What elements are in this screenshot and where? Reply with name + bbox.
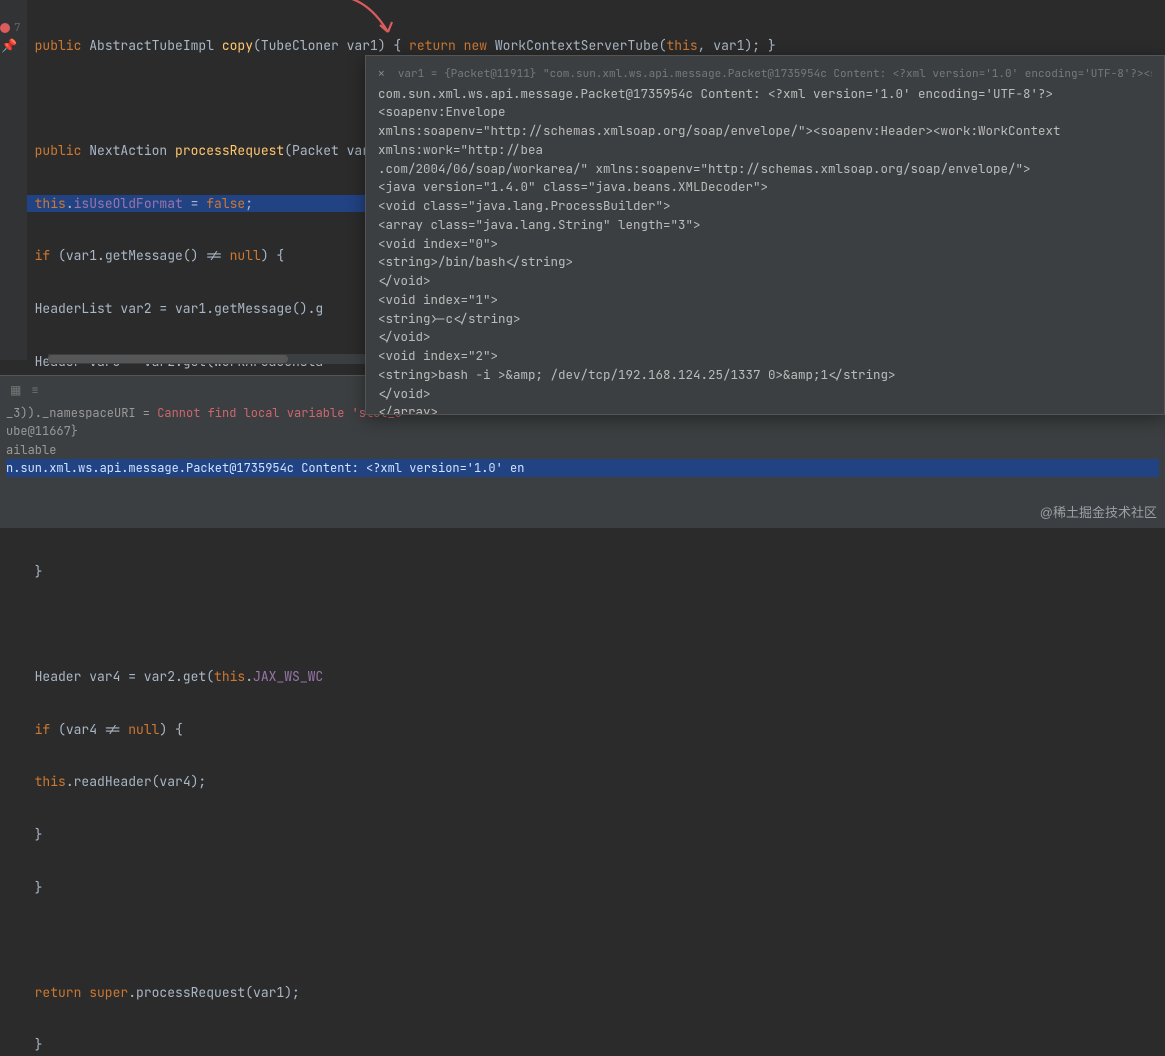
gutter-line-7[interactable]: 7	[0, 20, 21, 38]
code-line: public AbstractTubeImpl copy(TubeCloner …	[35, 37, 1165, 55]
tooltip-header: ✕ var1 = {Packet@11911} "com.sun.xml.ws.…	[378, 66, 1152, 83]
menu-icon[interactable]: ≡	[31, 382, 38, 398]
table-icon[interactable]: ▦	[10, 382, 21, 398]
pin-icon[interactable]: 📌	[1, 37, 17, 55]
scrollbar-thumb[interactable]	[48, 355, 288, 363]
variable-row-selected[interactable]: n.sun.xml.ws.api.message.Packet@1735954c…	[6, 459, 1159, 477]
variable-row[interactable]: ube@11667}	[6, 422, 1159, 440]
watermark-text: @稀土掘金技术社区	[1040, 504, 1157, 522]
editor-gutter: 7 📌	[0, 0, 27, 360]
debug-value-tooltip[interactable]: ✕ var1 = {Packet@11911} "com.sun.xml.ws.…	[365, 55, 1165, 415]
variable-row[interactable]: ailable	[6, 441, 1159, 459]
breakpoint-icon[interactable]	[0, 23, 10, 33]
tooltip-body: com.sun.xml.ws.api.message.Packet@173595…	[378, 85, 1152, 416]
